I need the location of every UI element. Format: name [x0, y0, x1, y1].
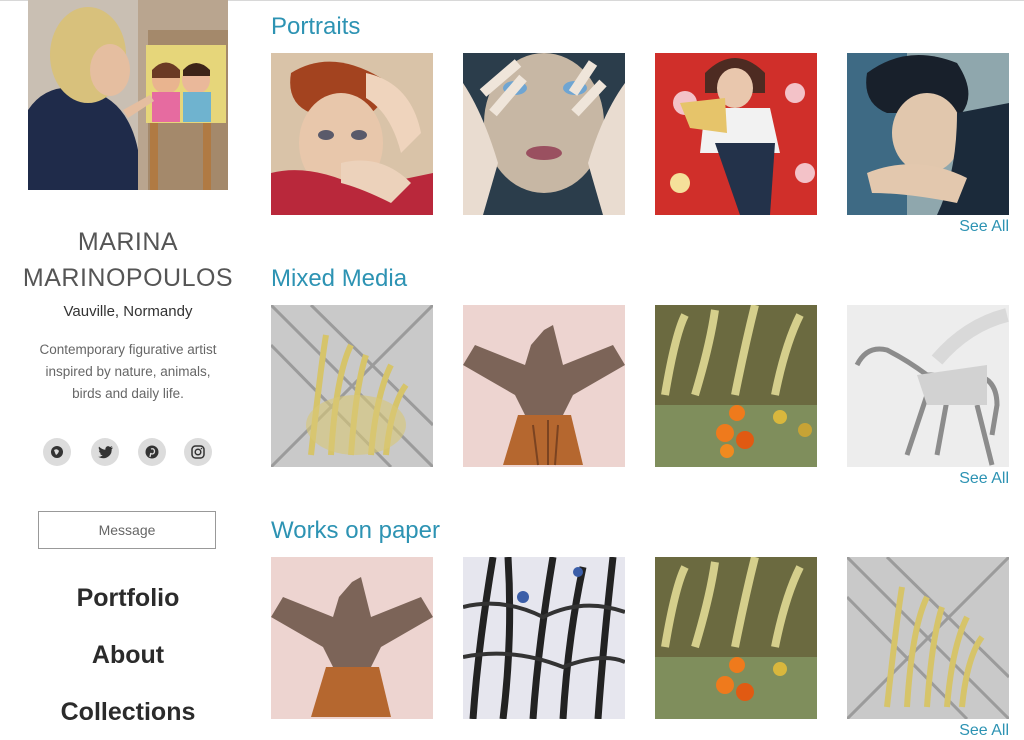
artist-bio: Contemporary figurative artist inspired … [28, 339, 228, 405]
globe-icon[interactable] [43, 438, 71, 466]
nav-portfolio[interactable]: Portfolio [0, 584, 256, 613]
bio-line: inspired by nature, animals, [45, 364, 211, 379]
nav-about[interactable]: About [0, 641, 256, 670]
see-all-works-on-paper-link[interactable]: See All [940, 722, 1009, 740]
artwork-thumbnail[interactable] [847, 305, 1009, 467]
artwork-thumbnail[interactable] [655, 557, 817, 719]
instagram-icon[interactable] [184, 438, 212, 466]
artwork-thumbnail[interactable] [655, 53, 817, 215]
message-button[interactable]: Message [38, 511, 216, 549]
see-all-mixed-media-link[interactable]: See All [940, 470, 1009, 488]
artist-name-last: MARINOPOULOS [22, 264, 234, 292]
twitter-icon[interactable] [91, 438, 119, 466]
artwork-thumbnail[interactable] [463, 557, 625, 719]
artwork-thumbnail[interactable] [847, 557, 1009, 719]
artwork-thumbnail[interactable] [655, 305, 817, 467]
artwork-thumbnail[interactable] [271, 557, 433, 719]
artist-photo [28, 0, 228, 190]
bio-line: Contemporary figurative artist [39, 342, 217, 357]
artist-location: Vauville, Normandy [63, 303, 193, 320]
pinterest-icon[interactable] [138, 438, 166, 466]
artwork-thumbnail[interactable] [463, 305, 625, 467]
sidebar: MARINA MARINOPOULOS Vauville, Normandy C… [0, 0, 256, 727]
bio-line: birds and daily life. [72, 386, 184, 401]
artwork-thumbnail[interactable] [847, 53, 1009, 215]
social-links [43, 438, 213, 467]
section-title-mixed-media: Mixed Media [271, 265, 408, 292]
artwork-thumbnail[interactable] [463, 53, 625, 215]
artist-name: MARINA MARINOPOULOS [0, 224, 256, 296]
artist-name-first: MARINA [77, 228, 179, 256]
section-title-works-on-paper: Works on paper [271, 517, 440, 544]
section-title-portraits: Portraits [271, 13, 361, 40]
artwork-thumbnail[interactable] [271, 53, 433, 215]
see-all-portraits-link[interactable]: See All [940, 218, 1009, 236]
artwork-thumbnail[interactable] [271, 305, 433, 467]
nav-collections[interactable]: Collections [0, 698, 256, 727]
